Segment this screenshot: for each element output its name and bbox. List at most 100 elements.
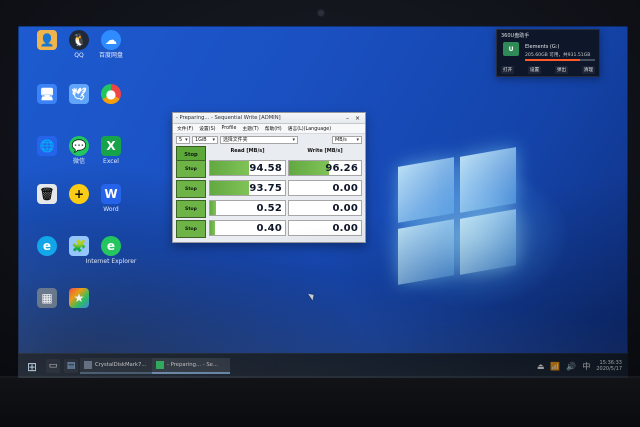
desktop-icon-360[interactable]: + <box>62 184 96 224</box>
desktop-icon-chrome[interactable]: ● <box>94 84 128 124</box>
stop-test-button[interactable]: Stop <box>176 180 206 198</box>
edge-icon: e <box>37 236 57 256</box>
write-result-value: 0.00 <box>332 222 358 234</box>
stop-test-button[interactable]: Stop <box>176 160 206 178</box>
desktop-icon-word[interactable]: W Word <box>94 184 128 224</box>
ime-tray-icon[interactable]: 中 <box>582 361 590 372</box>
word-icon: W <box>101 184 121 204</box>
plus-icon: + <box>69 184 89 204</box>
start-button[interactable]: ⊞ <box>24 359 40 375</box>
computer-icon: 🖥 <box>37 84 57 104</box>
qq-icon: 🐧 <box>69 30 89 50</box>
wechat-icon: 💬 <box>69 136 89 156</box>
drive-usage-bar <box>525 59 595 61</box>
desktop-icon-edge[interactable]: e <box>30 236 64 276</box>
network-icon: 🌐 <box>37 136 57 156</box>
result-row: Stop 93.75 0.00 <box>176 178 362 198</box>
read-header: Read [MB/s] <box>230 148 265 154</box>
desktop-icon-wechat[interactable]: 💬 微信 <box>62 136 96 176</box>
read-result-value: 94.58 <box>249 162 282 174</box>
desktop-icon-label: QQ <box>74 52 84 59</box>
desktop-icon-network[interactable]: 🌐 <box>30 136 64 176</box>
baidu-netdisk-icon: ☁ <box>101 30 121 50</box>
webcam <box>318 10 324 16</box>
results-header: Stop Read [MB/s] Write [MB/s] <box>176 146 362 164</box>
menu-file[interactable]: 文件(F) <box>177 125 193 132</box>
usb-drive-icon: U <box>503 42 519 56</box>
result-row: Stop 0.52 0.00 <box>176 198 362 218</box>
clean-drive-button[interactable]: 清理 <box>581 66 595 74</box>
internet-explorer-icon: e <box>101 236 121 256</box>
chevron-down-icon: ▾ <box>356 136 359 143</box>
minimize-icon[interactable]: – <box>343 115 352 122</box>
desktop-icon-display[interactable]: ▦ <box>30 288 64 328</box>
read-result-bar <box>210 221 216 235</box>
desktop-icon-baidu-netdisk[interactable]: ☁ 百度网盘 <box>94 30 128 70</box>
file-explorer-icon[interactable]: ▤ <box>64 359 78 373</box>
folder-user-icon: 👤 <box>37 30 57 50</box>
menu-language[interactable]: 语言(L)(Language) <box>288 125 331 132</box>
windows-logo-pane <box>398 219 454 285</box>
recycle-bin-icon: 🗑 <box>37 184 57 204</box>
target-select[interactable]: 选择文件夹 ▾ <box>220 135 298 144</box>
eject-drive-button[interactable]: 弹出 <box>554 66 569 74</box>
window-titlebar[interactable]: - Preparing... - Sequential Write [ADMIN… <box>173 113 365 124</box>
crystaldiskmark-window: - Preparing... - Sequential Write [ADMIN… <box>172 112 366 243</box>
benchmark-controls: 5 ▾ 1GiB ▾ 选择文件夹 ▾ MB/s ▾ <box>173 134 365 145</box>
menu-help[interactable]: 帮助(H) <box>265 125 282 132</box>
desktop-icon-excel[interactable]: X Excel <box>94 136 128 176</box>
drive-usage-fill <box>525 59 580 61</box>
system-tray: ⏏ 📶 🔊 中 15:36:33 2020/5/17 <box>537 358 622 374</box>
colorful-app-icon: ★ <box>69 288 89 308</box>
count-select[interactable]: 5 ▾ <box>176 135 190 144</box>
desktop-icon-app-colorful[interactable]: ★ <box>62 288 96 328</box>
drive-settings-button[interactable]: 设置 <box>527 66 542 74</box>
write-header: Write [MB/s] <box>307 148 343 154</box>
write-result-value: 0.00 <box>332 202 358 214</box>
bird-app-icon: 🕊 <box>69 84 89 104</box>
taskbar-task[interactable]: CrystalDiskMark7... <box>80 358 152 374</box>
desktop-icon-label: Word <box>103 206 119 213</box>
menu-theme[interactable]: 主题(T) <box>242 125 258 132</box>
read-result-bar <box>210 161 249 175</box>
keyboard-area <box>0 378 640 427</box>
size-select[interactable]: 1GiB ▾ <box>192 135 218 144</box>
write-result-value: 0.00 <box>332 182 358 194</box>
unit-select[interactable]: MB/s ▾ <box>332 135 362 144</box>
stop-test-button[interactable]: Stop <box>176 200 206 218</box>
desktop-icon-label: Internet Explorer <box>85 258 137 265</box>
excel-icon: X <box>101 136 121 156</box>
menu-settings[interactable]: 设置(S) <box>199 125 215 132</box>
task-label: CrystalDiskMark7... <box>95 362 147 368</box>
desktop-icon-qq[interactable]: 🐧 QQ <box>62 30 96 70</box>
photo-frame: 👤 🐧 QQ ☁ 百度网盘 🖥 🕊 ● 🌐 💬 微信 X Excel 🗑 + W… <box>0 0 640 427</box>
clock[interactable]: 15:36:33 2020/5/17 <box>596 360 622 372</box>
task-label: - Preparing... - Se... <box>167 362 218 368</box>
menu-profile[interactable]: Profile <box>222 126 237 131</box>
usb-tray-icon[interactable]: ⏏ <box>537 362 545 371</box>
desktop-icon-label: 百度网盘 <box>98 52 123 59</box>
read-result-bar <box>210 201 216 215</box>
desktop-icon-internet-explorer[interactable]: e Internet Explorer <box>86 236 136 276</box>
volume-tray-icon[interactable]: 🔊 <box>566 362 576 371</box>
desktop-icon-user-folder[interactable]: 👤 <box>30 30 64 70</box>
desktop-icon-computer[interactable]: 🖥 <box>30 84 64 124</box>
read-result-value: 93.75 <box>249 182 282 194</box>
write-result-bar <box>289 161 329 175</box>
desktop-icon-recycle-bin[interactable]: 🗑 <box>30 184 64 224</box>
desktop-icon-app-bird[interactable]: 🕊 <box>62 84 96 124</box>
clock-date: 2020/5/17 <box>596 366 622 372</box>
open-drive-button[interactable]: 打开 <box>501 66 515 74</box>
read-result-cell: 0.40 <box>209 220 286 236</box>
notification-actions: 打开 设置 弹出 清理 <box>501 66 595 74</box>
unit-value: MB/s <box>335 136 347 143</box>
windows-logo-pane <box>460 209 516 275</box>
task-view-icon[interactable]: ▭ <box>46 359 60 373</box>
network-tray-icon[interactable]: 📶 <box>550 362 560 371</box>
taskbar-task[interactable]: - Preparing... - Se... <box>152 358 230 374</box>
desktop-icon-control-panel[interactable]: 🧩 <box>62 236 96 276</box>
crystaldiskmark-icon <box>84 361 92 369</box>
display-icon: ▦ <box>37 288 57 308</box>
stop-test-button[interactable]: Stop <box>176 220 206 238</box>
close-icon[interactable]: × <box>353 115 362 122</box>
